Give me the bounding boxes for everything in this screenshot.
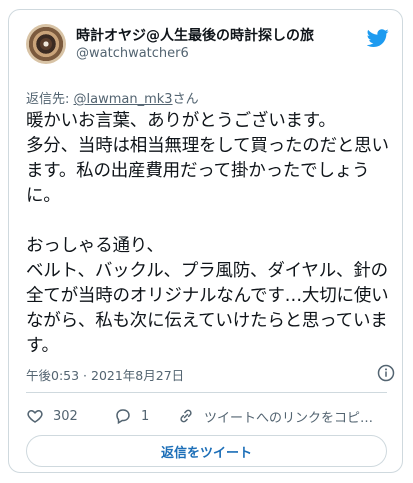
- user-handle[interactable]: @watchwatcher6: [76, 46, 189, 61]
- reply-suffix: さん: [172, 92, 199, 107]
- copy-link-button[interactable]: ツイートへのリンクをコピ…: [177, 405, 373, 427]
- link-icon: [180, 409, 192, 423]
- avatar[interactable]: [26, 24, 66, 64]
- reply-prefix: 返信先:: [26, 92, 74, 107]
- display-name[interactable]: 時計オヤジ@人生最後の時計探しの旅: [76, 25, 314, 45]
- like-button[interactable]: 302: [26, 405, 78, 427]
- tweet-text: 暖かいお言葉、ありがとうございます。 多分、当時は相当無理をして買ったのだと思い…: [26, 111, 389, 356]
- like-count: 302: [53, 408, 78, 424]
- reply-icon: [116, 409, 130, 425]
- reply-context: 返信先: @lawman_mk3さん: [26, 88, 199, 107]
- twitter-logo-icon[interactable]: [367, 27, 389, 49]
- reply-count-button[interactable]: 1: [114, 405, 149, 427]
- tweet-card: 時計オヤジ@人生最後の時計探しの旅 @watchwatcher6 返信先: @l…: [8, 9, 403, 473]
- divider: [26, 392, 387, 393]
- action-bar: 302 1 ツイートへのリンクをコピ…: [26, 405, 396, 427]
- info-icon[interactable]: [377, 364, 395, 382]
- reply-count: 1: [141, 408, 150, 424]
- copy-link-label: ツイートへのリンクをコピ…: [204, 410, 374, 426]
- reply-tweet-button[interactable]: 返信をツイート: [26, 435, 387, 467]
- reply-user-link[interactable]: @lawman_mk3: [74, 92, 173, 107]
- tweet-timestamp[interactable]: 午後0:53 · 2021年8月27日: [26, 365, 184, 384]
- heart-icon: [27, 409, 43, 423]
